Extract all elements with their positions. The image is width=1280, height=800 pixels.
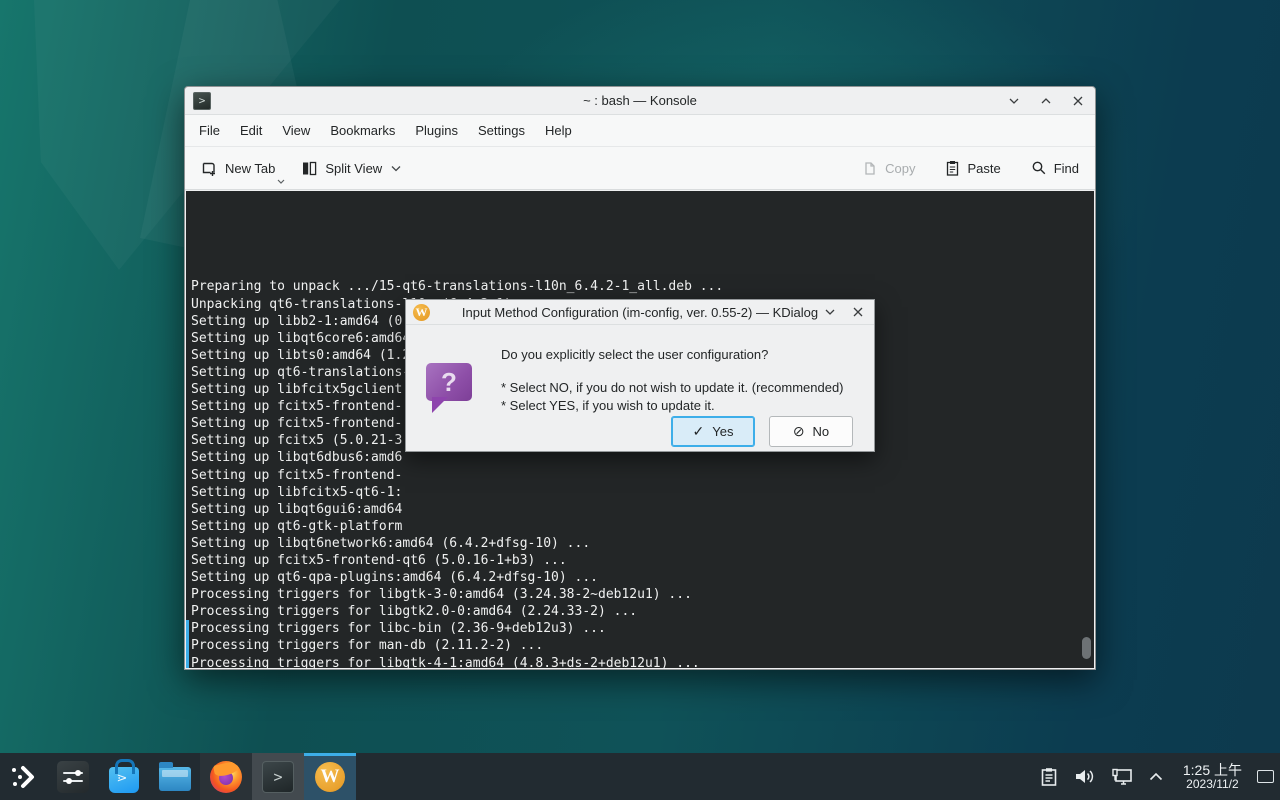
new-tab-icon: [201, 160, 218, 177]
kdialog-title: Input Method Configuration (im-config, v…: [406, 305, 874, 320]
cancel-icon: ⊘: [793, 423, 805, 440]
terminal-line: Setting up fcitx5-frontend-: [191, 467, 1094, 484]
system-settings-button[interactable]: [47, 753, 98, 800]
toolbar: New Tab Split View Copy: [185, 147, 1095, 190]
chevron-down-icon[interactable]: [821, 303, 839, 321]
task-firefox[interactable]: [200, 753, 252, 800]
copy-icon: [862, 160, 878, 177]
firefox-icon: [210, 761, 242, 793]
menu-item[interactable]: File: [189, 117, 230, 144]
terminal-line: Setting up libfcitx5-qt6-1:: [191, 484, 1094, 501]
find-button[interactable]: Find: [1025, 154, 1085, 182]
menu-item[interactable]: Settings: [468, 117, 535, 144]
clipboard-icon[interactable]: [1040, 767, 1058, 787]
terminal-line: Processing triggers for libgtk-4-1:amd64…: [191, 655, 1094, 668]
maximize-icon[interactable]: [1037, 92, 1055, 110]
terminal-line: Preparing to unpack .../15-qt6-translati…: [191, 278, 1094, 295]
terminal-line: Setting up libqt6gui6:amd64: [191, 501, 1094, 518]
kdialog-titlebar[interactable]: W Input Method Configuration (im-config,…: [406, 300, 874, 325]
no-button[interactable]: ⊘ No: [769, 416, 853, 447]
app-launcher-button[interactable]: [0, 753, 47, 800]
close-icon[interactable]: [1069, 92, 1087, 110]
volume-icon[interactable]: [1074, 767, 1095, 786]
question-icon: ?: [426, 363, 472, 401]
find-label: Find: [1054, 161, 1079, 176]
dialog-question: Do you explicitly select the user config…: [501, 347, 858, 362]
copy-label: Copy: [885, 161, 915, 176]
copy-button[interactable]: Copy: [856, 154, 921, 183]
new-tab-button[interactable]: New Tab: [195, 154, 281, 183]
network-icon[interactable]: [1111, 767, 1133, 787]
menubar: FileEditViewBookmarksPluginsSettingsHelp: [185, 115, 1095, 147]
konsole-icon: >: [262, 761, 294, 793]
clock-date: 2023/11/2: [1183, 778, 1242, 792]
dialog-option-yes: * Select YES, if you wish to update it.: [501, 398, 858, 416]
clock-time: 1:25 上午: [1183, 762, 1242, 778]
taskbar: > W: [0, 753, 1280, 800]
prompt-marker: [186, 620, 189, 668]
system-tray: [1040, 767, 1163, 787]
clock[interactable]: 1:25 上午 2023/11/2: [1183, 762, 1242, 792]
terminal-line: Processing triggers for libgtk2.0-0:amd6…: [191, 603, 1094, 620]
terminal-line: Setting up libqt6network6:amd64 (6.4.2+d…: [191, 535, 1094, 552]
discover-icon: [109, 767, 139, 793]
paste-icon: [945, 160, 960, 177]
show-desktop-button[interactable]: [1252, 753, 1278, 800]
menu-item[interactable]: View: [272, 117, 320, 144]
scrollbar-thumb[interactable]: [1082, 637, 1091, 659]
split-view-button[interactable]: Split View: [295, 154, 407, 183]
chevron-down-icon: [277, 179, 285, 185]
menu-item[interactable]: Edit: [230, 117, 272, 144]
menu-item[interactable]: Plugins: [405, 117, 468, 144]
menu-item[interactable]: Help: [535, 117, 582, 144]
check-icon: ✓: [693, 423, 705, 440]
terminal-line: Setting up qt6-qpa-plugins:amd64 (6.4.2+…: [191, 569, 1094, 586]
kdialog-window: W Input Method Configuration (im-config,…: [405, 299, 875, 452]
search-icon: [1031, 160, 1047, 176]
minimize-icon[interactable]: [1005, 92, 1023, 110]
show-desktop-icon: [1257, 770, 1274, 783]
yes-label: Yes: [712, 424, 733, 439]
folder-icon: [159, 767, 191, 791]
chevron-down-icon[interactable]: [391, 165, 401, 172]
terminal-line: Processing triggers for libc-bin (2.36-9…: [191, 620, 1094, 637]
dialog-option-no: * Select NO, if you do not wish to updat…: [501, 380, 858, 398]
tray-expand-icon[interactable]: [1149, 772, 1163, 781]
file-manager-button[interactable]: [149, 753, 200, 800]
no-label: No: [813, 424, 830, 439]
task-konsole[interactable]: >: [252, 753, 304, 800]
settings-icon: [57, 761, 89, 793]
split-view-icon: [301, 160, 318, 177]
paste-label: Paste: [967, 161, 1000, 176]
yes-button[interactable]: ✓ Yes: [671, 416, 755, 447]
terminal-line: Setting up fcitx5-frontend-qt6 (5.0.16-1…: [191, 552, 1094, 569]
im-config-icon: W: [315, 762, 345, 792]
new-tab-label: New Tab: [225, 161, 275, 176]
task-kdialog[interactable]: W: [304, 753, 356, 800]
paste-button[interactable]: Paste: [939, 154, 1006, 183]
konsole-titlebar[interactable]: > ~ : bash — Konsole: [185, 87, 1095, 115]
terminal-line: Processing triggers for libgtk-3-0:amd64…: [191, 586, 1094, 603]
split-view-label: Split View: [325, 161, 382, 176]
close-icon[interactable]: [849, 303, 867, 321]
terminal-line: Processing triggers for man-db (2.11.2-2…: [191, 637, 1094, 654]
discover-button[interactable]: [98, 753, 149, 800]
menu-item[interactable]: Bookmarks: [320, 117, 405, 144]
terminal-line: Setting up qt6-gtk-platform: [191, 518, 1094, 535]
window-title: ~ : bash — Konsole: [185, 93, 1095, 108]
kde-launcher-icon: [9, 762, 39, 792]
